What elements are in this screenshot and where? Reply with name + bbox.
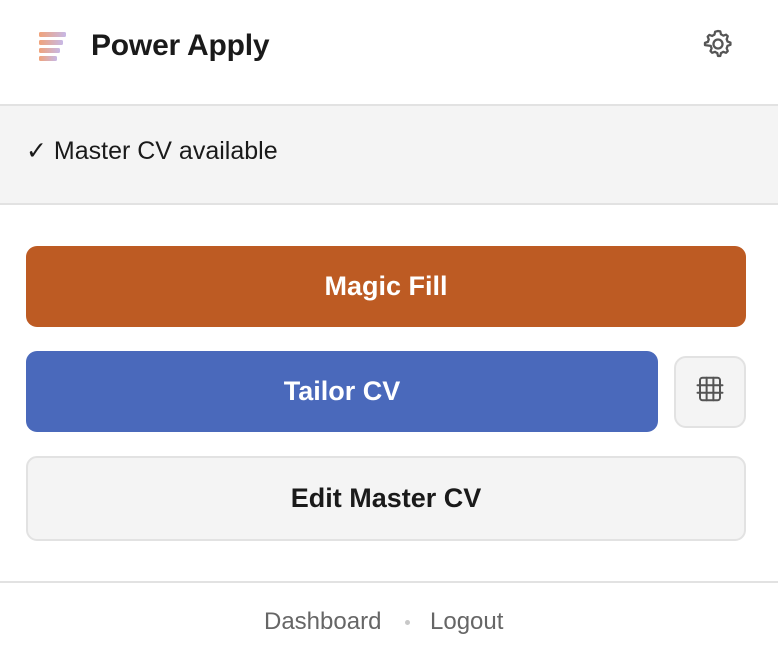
app-title: Power Apply (91, 29, 270, 62)
app-window: Power Apply ✓ Master CV available Magic … (0, 0, 778, 656)
grid-button[interactable] (674, 356, 746, 428)
separator-dot (405, 620, 410, 625)
dashboard-link[interactable]: Dashboard (264, 606, 381, 638)
settings-button[interactable] (698, 26, 738, 66)
edit-master-cv-button[interactable]: Edit Master CV (26, 456, 746, 541)
tailor-cv-button[interactable]: Tailor CV (26, 351, 658, 432)
grid-icon (695, 374, 725, 411)
magic-fill-button[interactable]: Magic Fill (26, 246, 746, 327)
gear-icon (701, 27, 735, 66)
logout-link[interactable]: Logout (430, 606, 503, 638)
logo-icon (38, 31, 68, 63)
master-cv-status: ✓ Master CV available (26, 137, 278, 165)
footer (0, 581, 778, 656)
header: Power Apply (0, 0, 778, 106)
